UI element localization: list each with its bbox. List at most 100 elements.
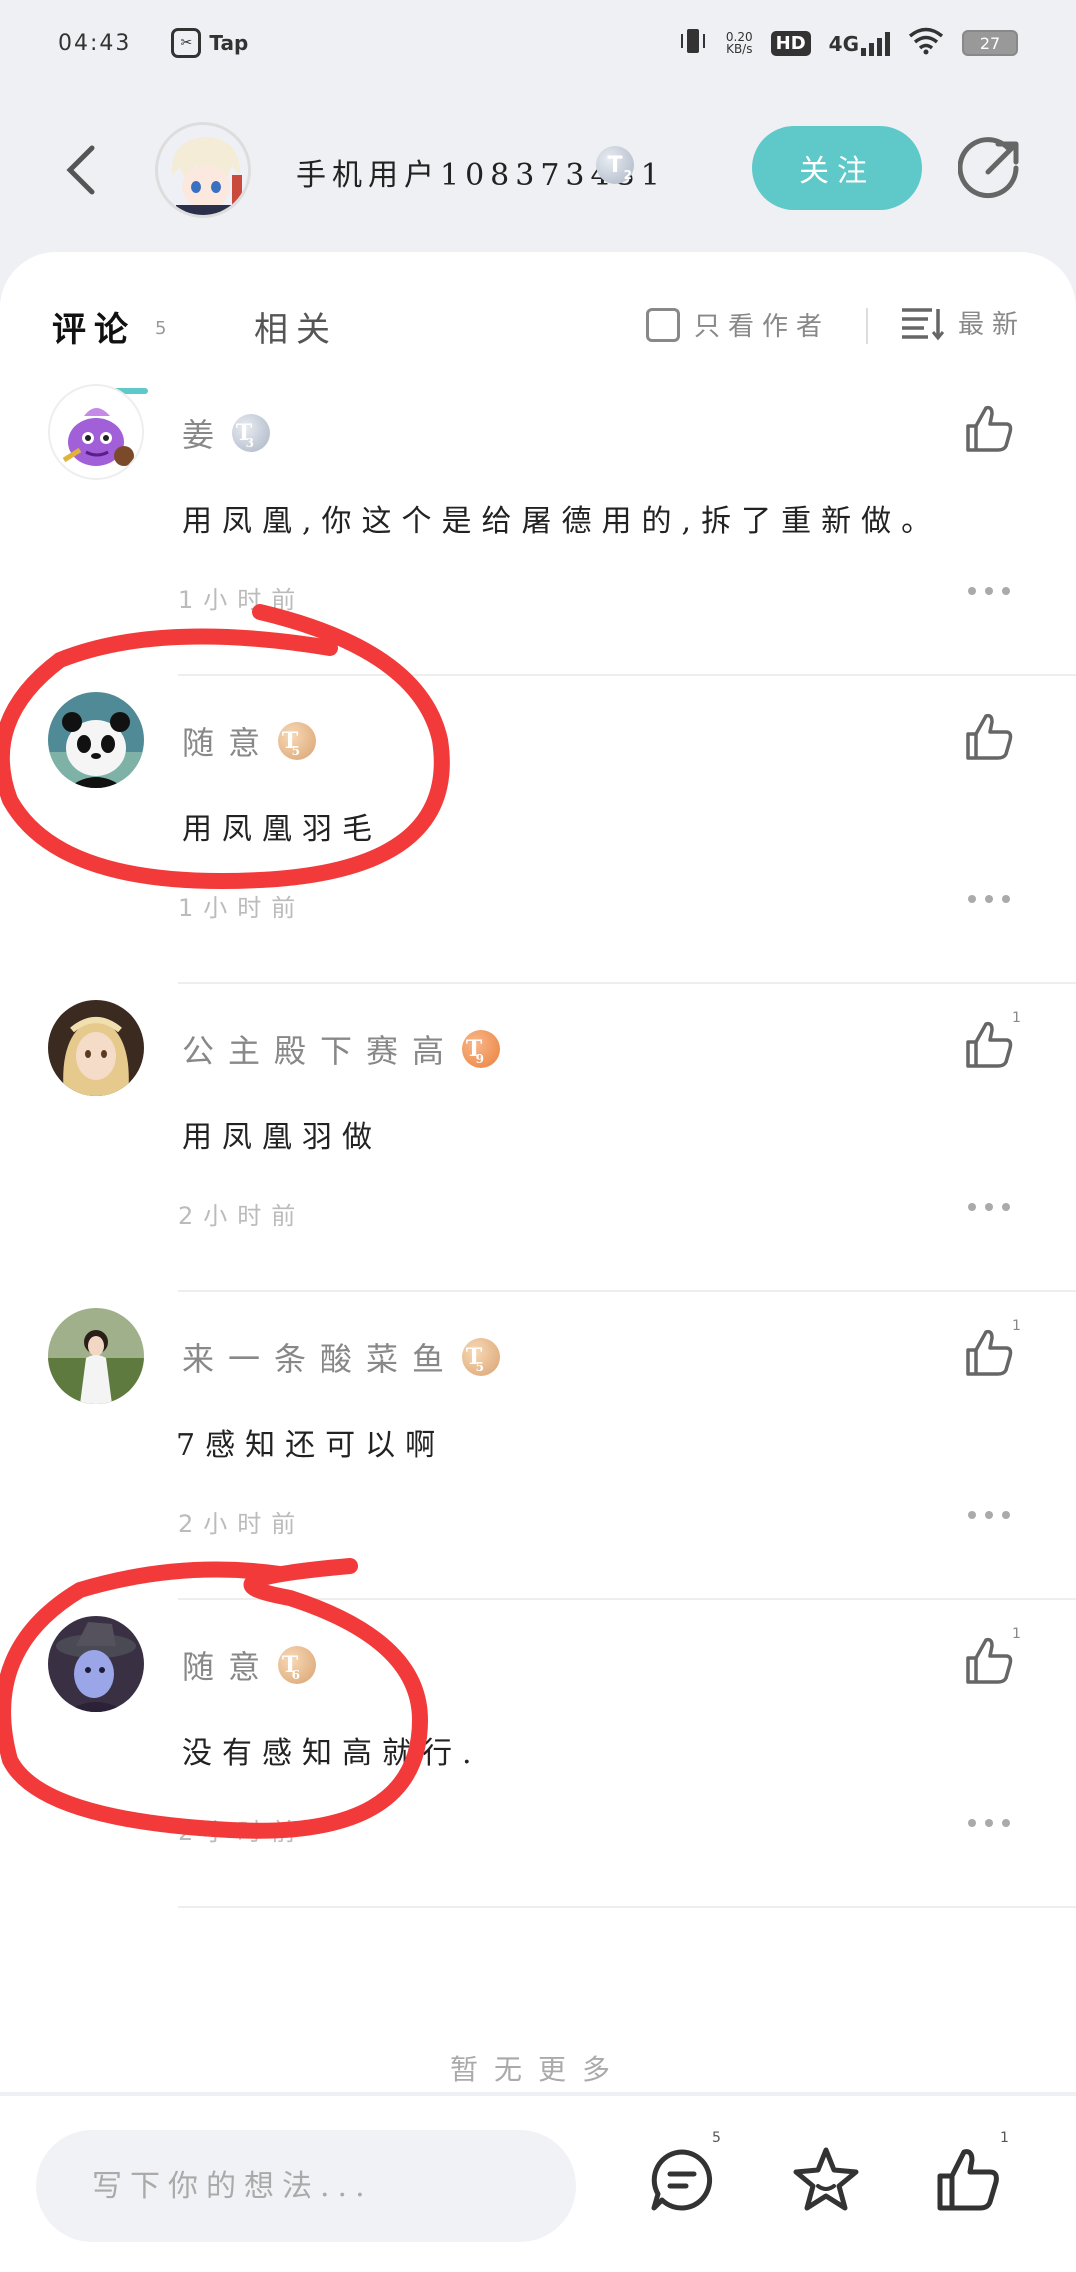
level-number: 2	[623, 168, 632, 182]
dot-icon	[985, 1819, 993, 1827]
net-speed: 0.20 KB/s	[726, 31, 753, 55]
comment-author[interactable]: 公主殿下赛高 T9	[182, 1026, 501, 1072]
comment-author[interactable]: 来一条酸菜鱼 T5	[182, 1334, 501, 1380]
comment-bubble-icon	[651, 2149, 713, 2211]
tabs-row: 评论 5 相关 只看作者 最新	[0, 296, 1076, 356]
user-avatar[interactable]	[155, 122, 251, 218]
comment-input[interactable]	[36, 2130, 576, 2242]
tab-related[interactable]: 相关	[254, 302, 338, 351]
comment-author-name: 来一条酸菜鱼	[182, 1340, 459, 1378]
author-only-label: 只看作者	[694, 312, 831, 342]
back-button[interactable]	[58, 140, 106, 200]
tap-app-icon: ✂	[171, 28, 202, 58]
like-post-count: 1	[1000, 2130, 1009, 2146]
like-button[interactable]	[962, 710, 1016, 764]
author-only-toggle[interactable]: 只看作者	[646, 306, 830, 343]
divider	[178, 1598, 1076, 1600]
dot-icon	[1002, 1819, 1010, 1827]
sort-icon	[902, 307, 944, 340]
level-number: 3	[245, 436, 269, 450]
favorite-button[interactable]	[790, 2144, 862, 2216]
level-badge: T6	[278, 1646, 317, 1684]
battery-icon: 27	[962, 30, 1018, 56]
share-icon	[957, 137, 1019, 199]
level-number: 5	[475, 1360, 499, 1374]
panda-avatar	[48, 692, 144, 788]
comments-button[interactable]	[646, 2144, 718, 2216]
like-button[interactable]	[962, 1326, 1016, 1380]
profile-header: 手机用户108373431 T2 关注	[0, 110, 1076, 230]
comment-avatar[interactable]	[48, 1616, 144, 1712]
more-options-button[interactable]	[968, 584, 1010, 598]
comment-item: 随意 T6 1 没有感知高就行. 2小时前	[0, 1616, 1076, 1924]
more-options-button[interactable]	[968, 892, 1010, 906]
comment-time: 2小时前	[178, 1510, 306, 1538]
no-more-label: 暂无更多	[449, 2053, 626, 2086]
comment-time: 2小时前	[178, 1818, 306, 1846]
tap-notification: ✂ Tap	[171, 28, 248, 58]
hd-icon: HD	[770, 30, 811, 56]
witch-avatar	[48, 1616, 144, 1712]
like-button[interactable]	[962, 402, 1016, 456]
divider	[178, 1290, 1076, 1292]
comment-avatar[interactable]	[48, 692, 144, 788]
star-icon	[793, 2147, 859, 2211]
cellular-signal: 4G	[829, 30, 890, 56]
comment-author-name: 随意	[182, 724, 275, 762]
like-button[interactable]	[962, 1634, 1016, 1688]
tap-app-name: Tap	[209, 31, 249, 55]
like-count: 1	[1012, 1318, 1021, 1334]
comment-avatar[interactable]	[48, 384, 144, 480]
chevron-left-icon	[66, 145, 95, 195]
comment-item: 随意 T5 用凤凰羽毛 1小时前	[0, 692, 1076, 1000]
level-badge: T5	[278, 722, 317, 760]
level-letter: T	[607, 152, 623, 178]
more-options-button[interactable]	[968, 1200, 1010, 1214]
signal-bars-icon	[861, 30, 890, 56]
thumbs-up-icon	[937, 2149, 999, 2211]
more-options-button[interactable]	[968, 1508, 1010, 1522]
comment-author[interactable]: 随意 T5	[182, 718, 317, 764]
comment-item: 姜 T3 用凤凰,你这个是给屠德用的,拆了重新做。 1小时前	[0, 384, 1076, 692]
comment-item: 公主殿下赛高 T9 1 用凤凰羽做 2小时前	[0, 1000, 1076, 1308]
thumbs-up-icon	[966, 713, 1013, 760]
like-count: 1	[1012, 1010, 1021, 1026]
tab-comments[interactable]: 评论	[52, 302, 136, 351]
level-number: 9	[475, 1052, 499, 1066]
dot-icon	[985, 587, 993, 595]
comment-time: 2小时前	[178, 1202, 306, 1230]
status-icons: 0.20 KB/s HD 4G 27	[678, 26, 1018, 61]
sort-button[interactable]: 最新	[900, 304, 1026, 341]
princess-avatar	[48, 1000, 144, 1096]
dot-icon	[968, 1819, 976, 1827]
sort-label: 最新	[958, 310, 1027, 340]
comment-avatar[interactable]	[48, 1308, 144, 1404]
divider	[178, 982, 1076, 984]
comment-time: 1小时前	[178, 586, 306, 614]
level-badge: T3	[232, 414, 271, 452]
photo-avatar	[48, 1308, 144, 1404]
divider	[178, 674, 1076, 676]
comment-author[interactable]: 姜 T3	[182, 410, 271, 456]
like-post-button[interactable]	[932, 2144, 1004, 2216]
comment-text: 没有感知高就行.	[182, 1736, 482, 1771]
status-bar: 04:43 ✂ Tap 0.20 KB/s HD 4G 27	[0, 0, 1076, 86]
comment-author[interactable]: 随意 T6	[182, 1642, 317, 1688]
comment-time: 1小时前	[178, 894, 306, 922]
divider	[178, 1906, 1076, 1908]
follow-button[interactable]: 关注	[752, 126, 922, 210]
share-button[interactable]	[957, 134, 1026, 202]
divider	[866, 308, 868, 344]
like-button[interactable]	[962, 1018, 1016, 1072]
comment-avatar[interactable]	[48, 1000, 144, 1096]
wifi-icon	[908, 27, 944, 60]
author-only-checkbox[interactable]	[646, 307, 680, 342]
comment-author-name: 随意	[182, 1648, 275, 1686]
dot-icon	[1002, 1203, 1010, 1211]
dot-icon	[968, 587, 976, 595]
comments-count: 5	[155, 318, 167, 339]
comments-card: 评论 5 相关 只看作者 最新 姜 T 3 用凤凰,你这个是给屠德用的,拆了重新…	[0, 252, 1076, 2092]
dot-icon	[985, 1203, 993, 1211]
more-options-button[interactable]	[968, 1816, 1010, 1830]
comment-item: 来一条酸菜鱼 T5 1 7感知还可以啊 2小时前	[0, 1308, 1076, 1616]
